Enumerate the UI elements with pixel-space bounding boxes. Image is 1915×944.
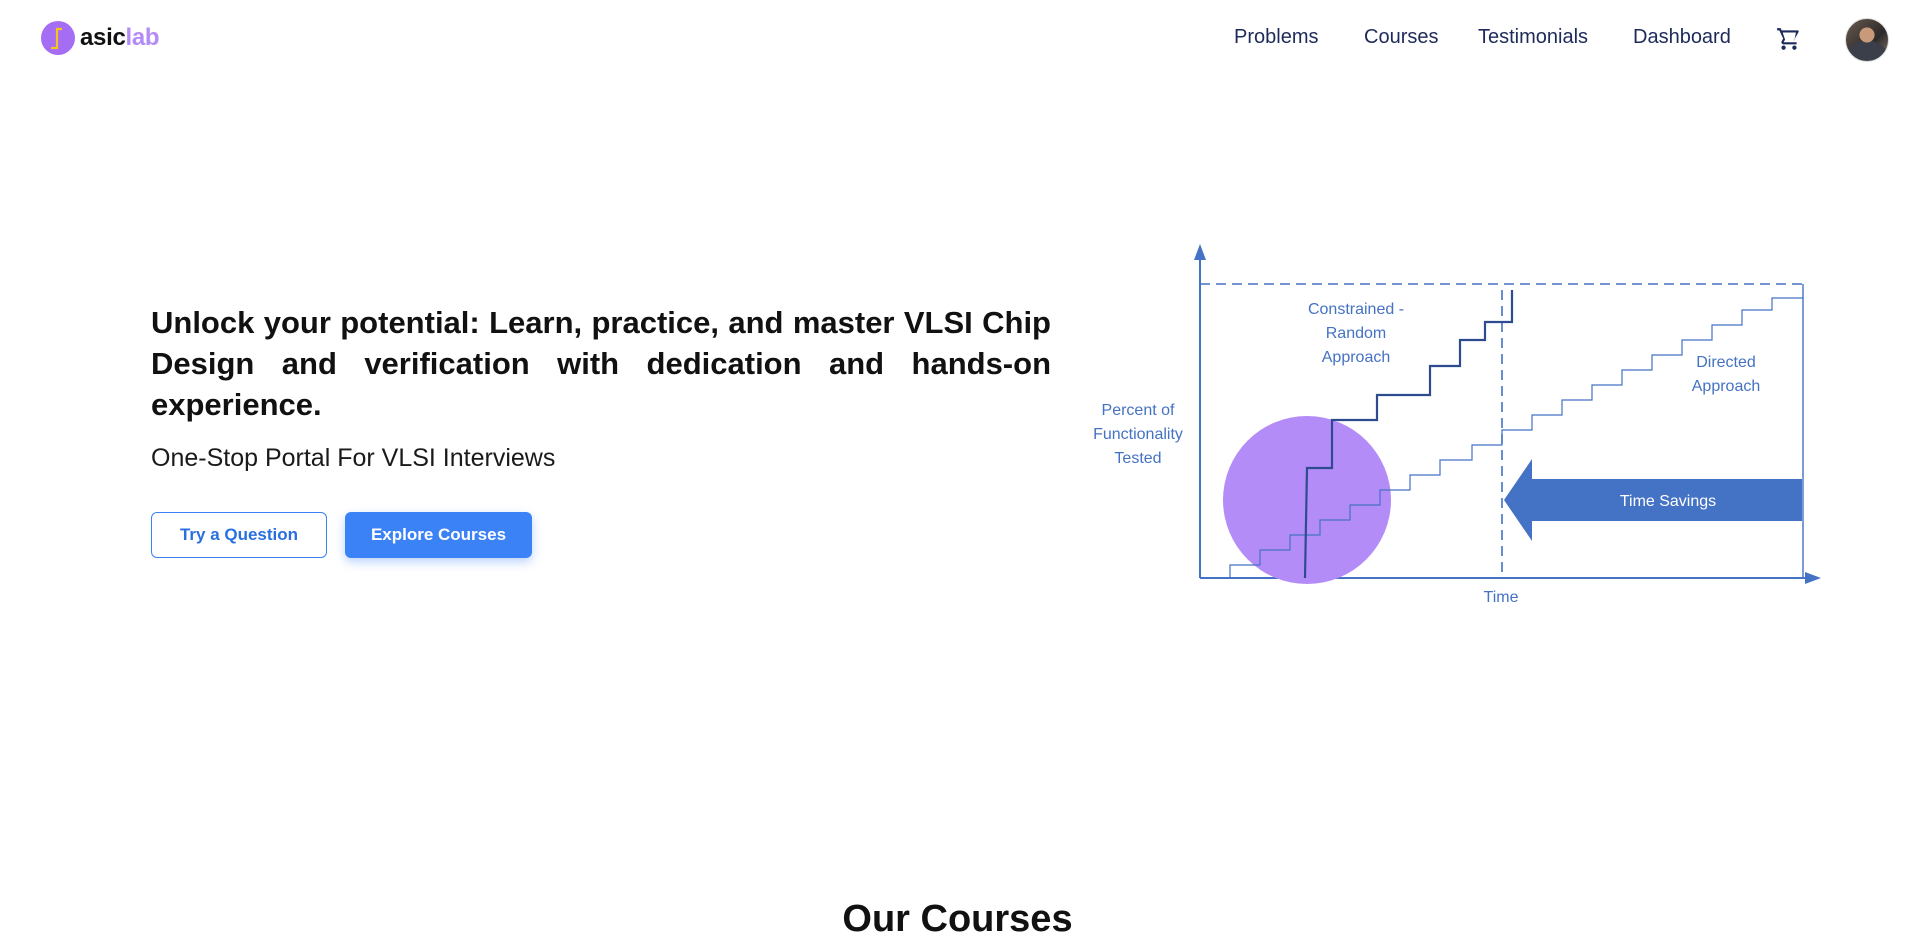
y-label-line3: Tested bbox=[1114, 450, 1161, 467]
x-axis-label: Time bbox=[1484, 589, 1519, 606]
nav-testimonials[interactable]: Testimonials bbox=[1478, 26, 1588, 49]
y-label-line2: Functionality bbox=[1093, 426, 1183, 443]
nav-courses[interactable]: Courses bbox=[1364, 26, 1438, 49]
logo-icon bbox=[40, 20, 76, 56]
explore-courses-button[interactable]: Explore Courses bbox=[345, 512, 532, 558]
hero-subtitle: One-Stop Portal For VLSI Interviews bbox=[151, 444, 556, 472]
constrained-label-line3: Approach bbox=[1322, 349, 1391, 366]
our-courses-heading: Our Courses bbox=[842, 898, 1073, 940]
navbar: asiclab Problems Courses Testimonials Da… bbox=[0, 0, 1915, 80]
constrained-label-line1: Constrained - bbox=[1308, 301, 1404, 318]
directed-label-line2: Approach bbox=[1692, 378, 1761, 395]
nav-problems[interactable]: Problems bbox=[1234, 26, 1318, 49]
user-avatar[interactable] bbox=[1845, 18, 1889, 62]
x-axis-arrow bbox=[1805, 572, 1821, 584]
nav-dashboard[interactable]: Dashboard bbox=[1633, 26, 1731, 49]
directed-label-line1: Directed bbox=[1696, 354, 1756, 371]
logo-link[interactable]: asiclab bbox=[40, 20, 160, 56]
y-axis-arrow bbox=[1194, 244, 1206, 260]
constrained-label-line2: Random bbox=[1326, 325, 1386, 342]
cart-icon[interactable] bbox=[1776, 26, 1802, 52]
time-savings-label: Time Savings bbox=[1620, 493, 1716, 510]
logo-text: asiclab bbox=[80, 24, 160, 51]
verification-diagram: Time Savings Percent of Functionality Te… bbox=[1093, 244, 1821, 606]
y-label-line1: Percent of bbox=[1102, 402, 1175, 419]
hero-title: Unlock your potential: Learn, practice, … bbox=[151, 305, 1051, 422]
try-question-button[interactable]: Try a Question bbox=[151, 512, 327, 558]
